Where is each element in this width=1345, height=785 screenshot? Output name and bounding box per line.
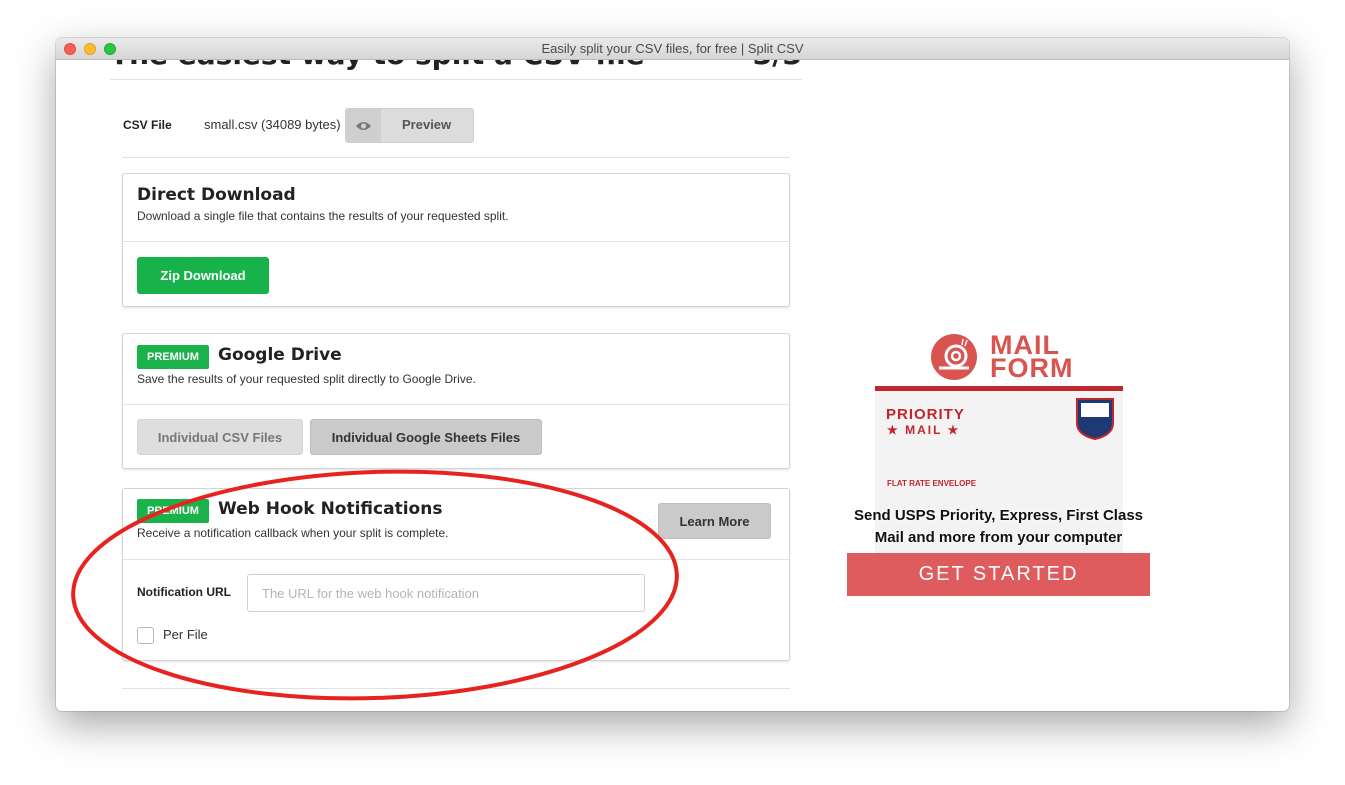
- zip-download-button[interactable]: Zip Download: [137, 257, 269, 294]
- direct-download-description: Download a single file that contains the…: [137, 209, 509, 223]
- google-drive-title: Google Drive: [218, 345, 342, 365]
- csv-file-row: CSV File small.csv (34089 bytes) Preview: [122, 108, 790, 158]
- window-title: Easily split your CSV files, for free | …: [541, 41, 804, 56]
- page-content: The easiest way to split a CSV file 3/3 …: [56, 60, 1289, 711]
- premium-badge: PREMIUM: [137, 345, 209, 369]
- per-file-label: Per File: [163, 627, 208, 642]
- maximize-window-button[interactable]: [104, 43, 116, 55]
- mailform-ad[interactable]: MAIL FORM PRIORITY ★ MAIL ★ FLAT RATE EN…: [847, 330, 1150, 600]
- direct-download-card: Direct Download Download a single file t…: [122, 173, 790, 307]
- ad-text: Send USPS Priority, Express, First Class…: [854, 507, 1143, 546]
- section-divider: [122, 688, 790, 689]
- direct-download-title: Direct Download: [137, 185, 296, 205]
- per-file-checkbox[interactable]: [137, 627, 154, 644]
- notification-url-label: Notification URL: [137, 585, 231, 599]
- preview-label: Preview: [402, 117, 452, 132]
- csv-file-label: CSV File: [123, 118, 172, 132]
- page-title-text: The easiest way to split a CSV file: [110, 60, 645, 71]
- google-drive-card: PREMIUM Google Drive Save the results of…: [122, 333, 790, 469]
- mailform-logo-text: MAIL FORM: [990, 332, 1074, 383]
- notification-url-input[interactable]: [247, 574, 645, 612]
- individual-google-sheets-button[interactable]: Individual Google Sheets Files: [310, 419, 542, 455]
- browser-window: Easily split your CSV files, for free | …: [56, 38, 1289, 711]
- google-drive-header: PREMIUM Google Drive Save the results of…: [123, 334, 789, 405]
- learn-more-button[interactable]: Learn More: [658, 503, 771, 539]
- close-window-button[interactable]: [64, 43, 76, 55]
- direct-download-header: Direct Download Download a single file t…: [123, 174, 789, 242]
- webhook-header: PREMIUM Web Hook Notifications Receive a…: [123, 489, 789, 560]
- eye-icon: [346, 109, 381, 142]
- brand-line-2: FORM: [990, 353, 1074, 383]
- minimize-window-button[interactable]: [84, 43, 96, 55]
- get-started-button[interactable]: GET STARTED: [847, 553, 1150, 596]
- page-title: The easiest way to split a CSV file 3/3: [110, 60, 802, 80]
- envelope-subtitle: ★ MAIL ★: [887, 423, 961, 437]
- webhook-title: Web Hook Notifications: [218, 499, 443, 519]
- csv-file-name: small.csv (34089 bytes): [204, 117, 341, 132]
- webhook-description: Receive a notification callback when you…: [137, 526, 449, 540]
- preview-button[interactable]: Preview: [345, 108, 474, 143]
- individual-csv-files-button[interactable]: Individual CSV Files: [137, 419, 303, 455]
- envelope-flat-rate: FLAT RATE ENVELOPE: [887, 479, 977, 488]
- envelope-title: PRIORITY: [886, 406, 965, 423]
- title-bar: Easily split your CSV files, for free | …: [56, 38, 1289, 60]
- tracked-insured-shield-icon: [1075, 397, 1115, 446]
- google-drive-description: Save the results of your requested split…: [137, 372, 476, 386]
- premium-badge: PREMIUM: [137, 499, 209, 523]
- webhook-card: PREMIUM Web Hook Notifications Receive a…: [122, 488, 790, 661]
- mailform-logo-icon: [929, 332, 979, 387]
- step-indicator: 3/3: [753, 60, 802, 71]
